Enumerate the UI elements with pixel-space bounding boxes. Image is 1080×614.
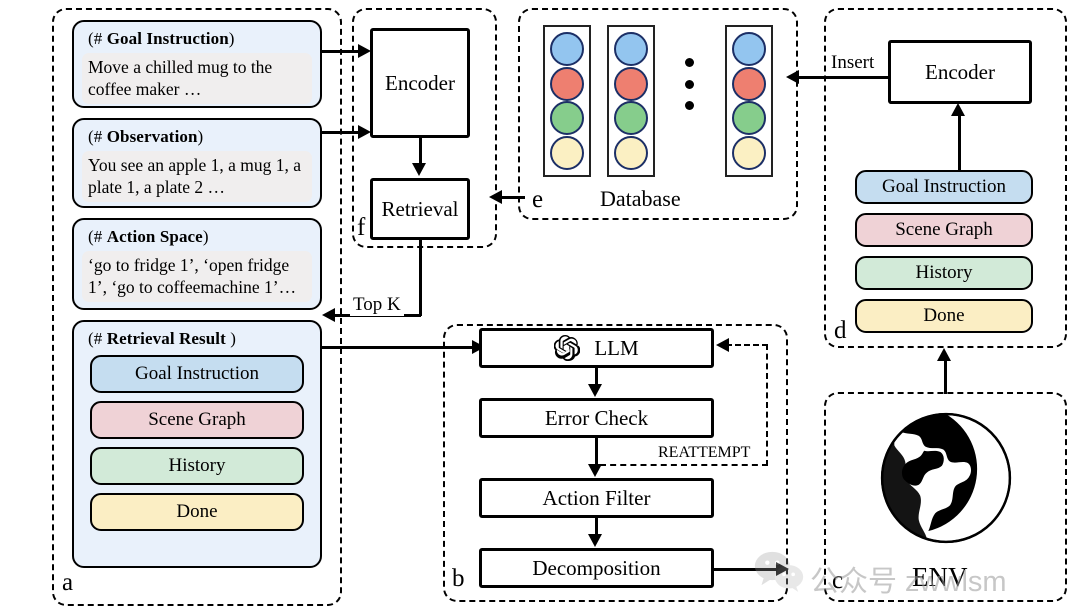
panel-d-label: d [834,317,847,344]
retrieval-chip-label: Done [176,501,218,522]
edge-env-to-insert-panel [944,358,947,394]
insert-chip-scene-graph: Scene Graph [855,213,1033,247]
card-action-space-header: (# Action Space) [88,227,209,246]
openai-logo-icon [554,335,581,361]
insert-chip-label: Goal Instruction [881,176,1006,197]
database-dot [732,32,766,67]
database-column [725,25,773,177]
arrowhead-action-filter-to-decomposition [588,534,602,547]
database-dot [550,101,584,136]
edge-encoder-to-retrieval [419,138,422,165]
encoder-right-box: Encoder [888,40,1032,104]
pipeline-action-filter-label: Action Filter [542,485,651,510]
edge-goal-to-encoder [322,50,362,53]
insert-chip-label: Scene Graph [895,219,993,240]
database-ellipsis-icon [685,58,694,110]
encoder-left-box: Encoder [370,28,470,138]
retrieval-chip-history: History [90,447,304,485]
retrieval-chip-label: Scene Graph [148,409,246,430]
edge-reattempt-horizontal-bottom [600,464,768,466]
edge-retrieval-topk-vertical [419,240,422,316]
database-dot [732,101,766,136]
database-dot [614,66,648,101]
pipeline-error-check-box: Error Check [479,398,714,438]
retrieval-box: Retrieval [370,178,470,240]
pipeline-decomposition-label: Decomposition [532,555,661,580]
arrowhead-insert-to-database [786,70,799,84]
arrowhead-chips-to-encoder [951,103,965,116]
retrieval-box-label: Retrieval [381,196,459,221]
encoder-left-label: Encoder [385,70,455,95]
edge-reattempt-horizontal-top [726,344,768,346]
card-goal-instruction-body: Move a chilled mug to the coffee maker … [82,53,312,105]
retrieval-chip-done: Done [90,493,304,531]
database-dot [614,32,648,67]
globe-icon [880,412,1012,544]
insert-chip-goal-instruction: Goal Instruction [855,170,1033,204]
edge-chips-to-encoder [958,115,961,173]
pipeline-action-filter-box: Action Filter [479,478,714,518]
arrowhead-env-to-insert-panel [937,348,951,361]
pipeline-error-check-label: Error Check [544,405,649,430]
database-column [607,25,655,177]
card-goal-instruction: (# Goal Instruction) Move a chilled mug … [72,20,322,108]
edge-decomposition-to-env [714,568,780,571]
edge-observation-to-encoder [322,131,362,134]
card-observation-body: You see an apple 1, a mug 1, a plate 1, … [82,151,312,203]
arrowhead-goal-to-encoder [358,44,371,58]
insert-chip-label: History [915,262,973,283]
database-dot [732,66,766,101]
panel-f-label: f [357,214,366,241]
retrieval-chip-scene-graph: Scene Graph [90,401,304,439]
retrieval-chip-label: Goal Instruction [134,363,259,384]
pipeline-llm-label: LLM [594,335,639,360]
edge-error-check-to-action-filter [595,438,598,466]
watermark-text: 公众号 zwwlsm [810,566,1007,598]
database-dot [550,135,584,170]
arrowhead-encoder-to-retrieval [412,163,426,176]
database-dot [732,135,766,170]
edge-label-insert: Insert [828,52,878,74]
arrowhead-reattempt-to-llm [716,338,729,352]
card-observation: (# Observation) You see an apple 1, a mu… [72,118,322,208]
edge-reattempt-vertical [766,344,768,466]
edge-label-reattempt: REATTEMPT [655,444,754,462]
database-dot [550,66,584,101]
arrowhead-llm-to-error-check [588,384,602,397]
insert-chip-label: Done [923,305,965,326]
pipeline-llm-box: LLM [479,328,714,368]
card-observation-header: (# Observation) [88,127,204,146]
arrowhead-database-to-retrieval [489,190,502,204]
arrowhead-decomposition-to-env [776,562,789,576]
database-caption: Database [600,186,681,211]
insert-chip-history: History [855,256,1033,290]
panel-a-label: a [62,569,74,596]
insert-chip-done: Done [855,299,1033,333]
card-goal-instruction-header: (# Goal Instruction) [88,29,235,48]
card-action-space-body: ‘go to fridge 1’, ‘open fridge 1’, ‘go t… [82,251,312,303]
database-dot [550,32,584,67]
encoder-right-label: Encoder [925,59,995,84]
card-retrieval-result-header: (# Retrieval Result ) [88,329,236,348]
database-dot [614,135,648,170]
edge-label-top-k: Top K [350,294,404,316]
retrieval-chip-goal-instruction: Goal Instruction [90,355,304,393]
panel-b-label: b [452,565,465,592]
retrieval-chip-label: History [168,455,226,476]
pipeline-decomposition-box: Decomposition [479,548,714,588]
database-column [543,25,591,177]
arrowhead-topk-to-retrieval-result [322,308,335,322]
database-dot [614,101,648,136]
edge-insert-to-database [793,76,889,79]
card-action-space: (# Action Space) ‘go to fridge 1’, ‘open… [72,218,322,310]
arrowhead-observation-to-encoder [358,125,371,139]
card-retrieval-result: (# Retrieval Result ) Goal Instruction S… [72,320,322,568]
panel-e-label: e [532,186,544,213]
